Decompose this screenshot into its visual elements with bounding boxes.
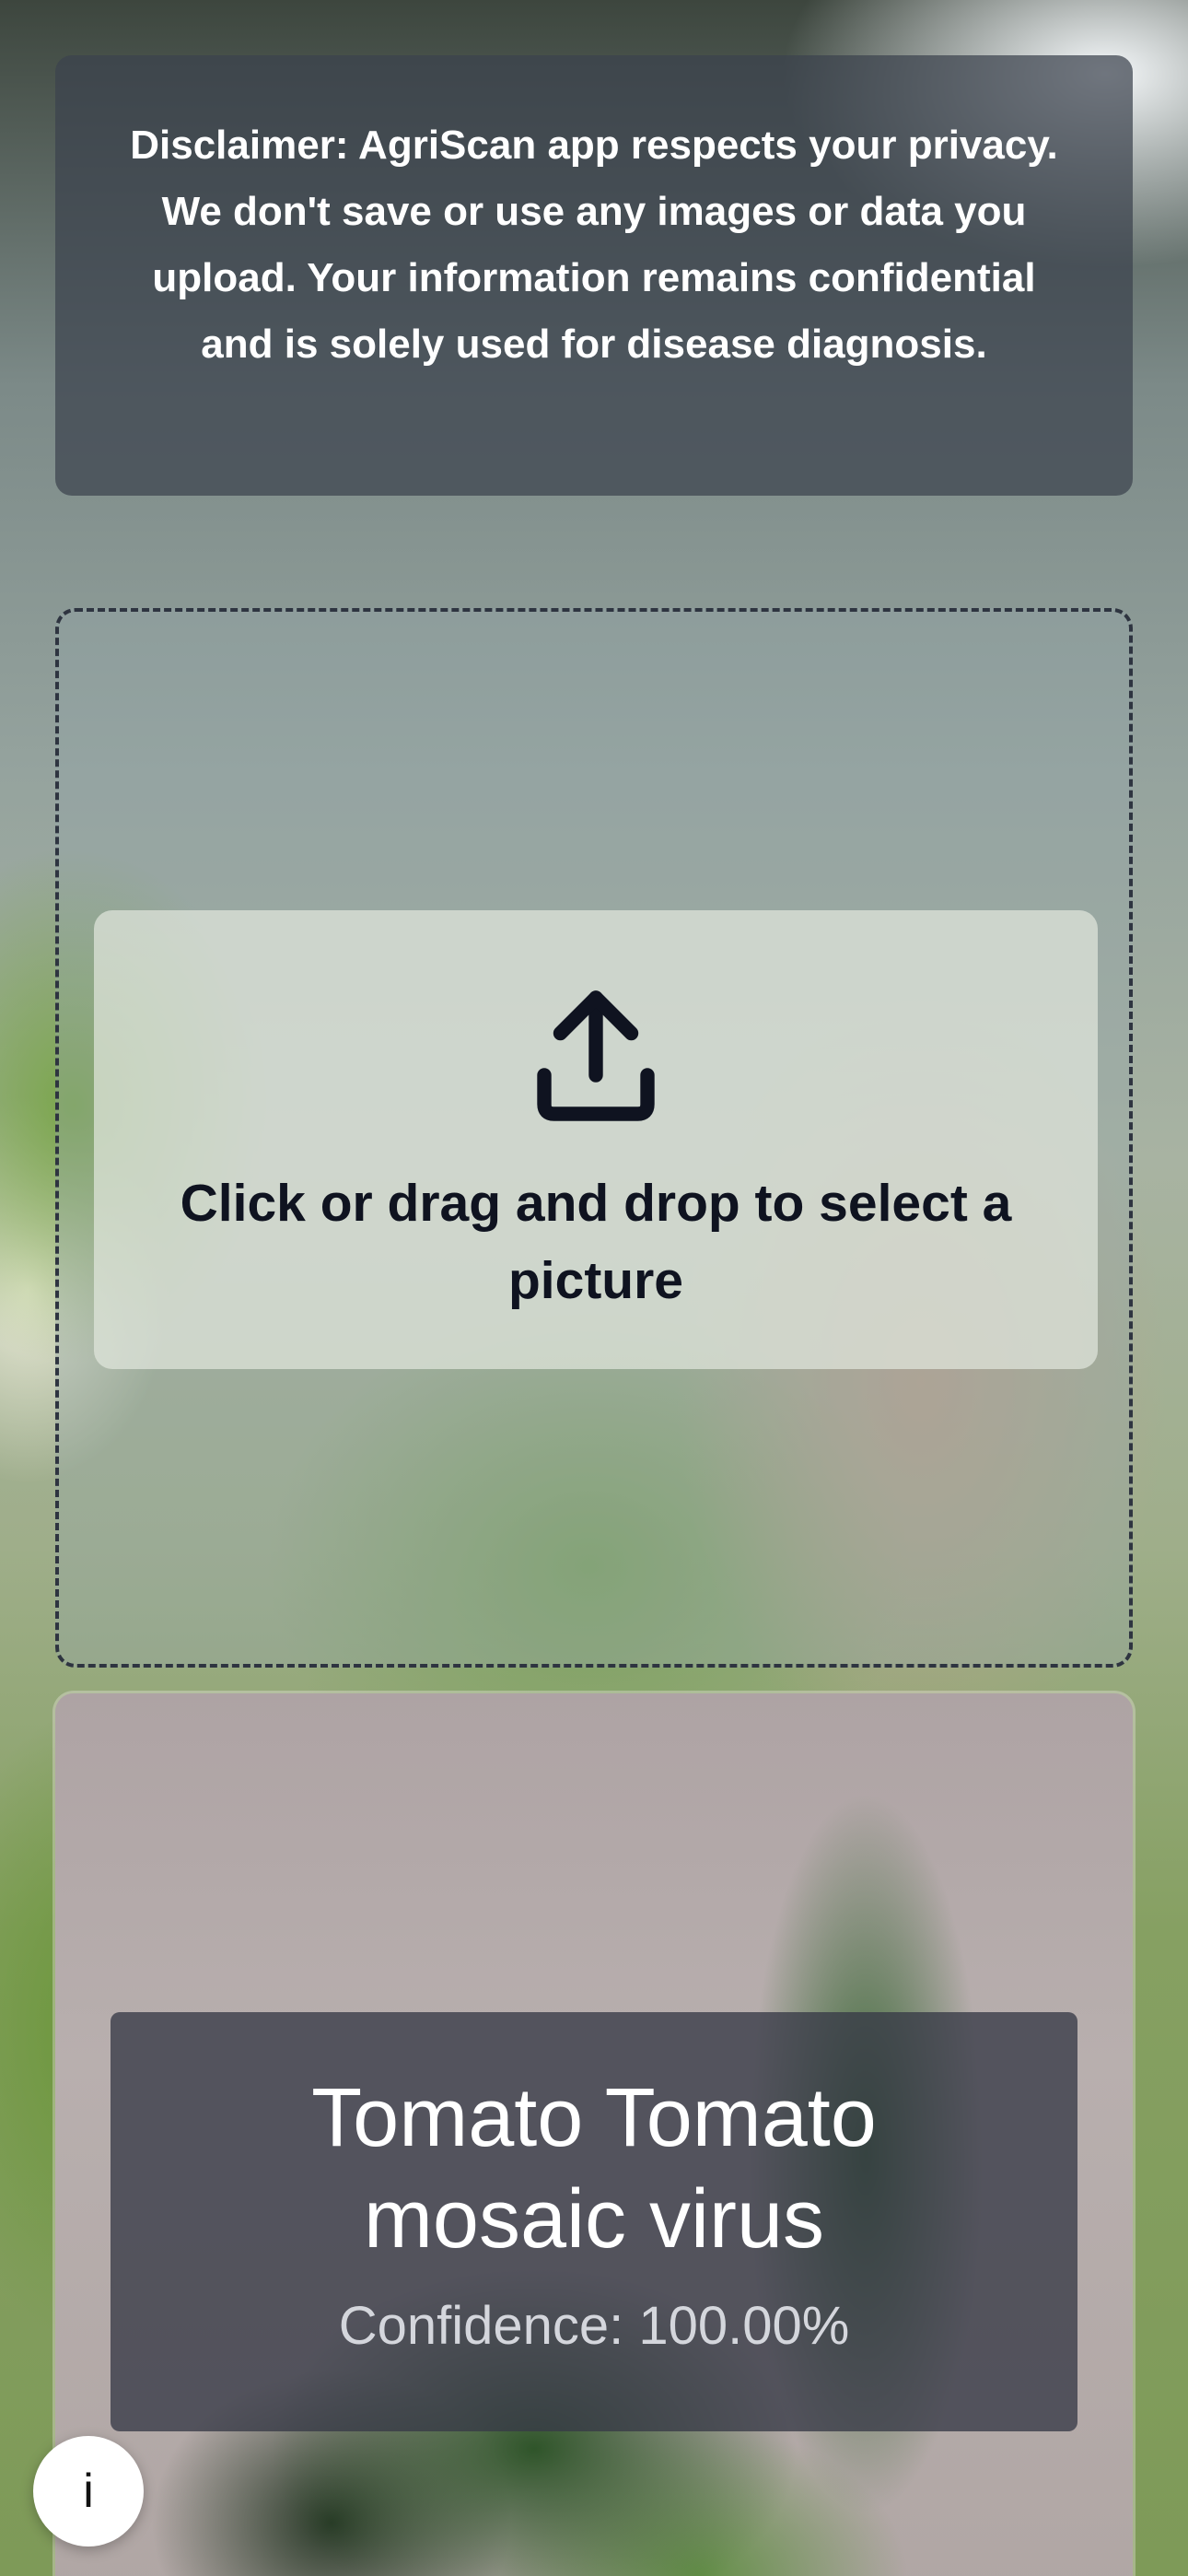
diagnosis-result-card: Tomato Tomato mosaic virus Confidence: 1… [55,1693,1133,2576]
info-button[interactable]: i [33,2436,144,2547]
disclaimer-text: Disclaimer: AgriScan app respects your p… [130,123,1058,367]
upload-prompt-card[interactable]: Click or drag and drop to select a pictu… [94,910,1098,1369]
upload-icon [537,990,655,1121]
disclaimer-panel: Disclaimer: AgriScan app respects your p… [55,55,1133,496]
confidence-score: Confidence: 100.00% [338,2296,850,2356]
image-dropzone[interactable]: Click or drag and drop to select a pictu… [55,608,1133,1668]
info-icon: i [83,2465,94,2518]
app-screen: Disclaimer: AgriScan app respects your p… [0,0,1188,2576]
disease-name: Tomato Tomato mosaic virus [311,2072,877,2266]
diagnosis-overlay: Tomato Tomato mosaic virus Confidence: 1… [111,2012,1077,2431]
upload-instruction: Click or drag and drop to select a pictu… [180,1174,1012,1310]
